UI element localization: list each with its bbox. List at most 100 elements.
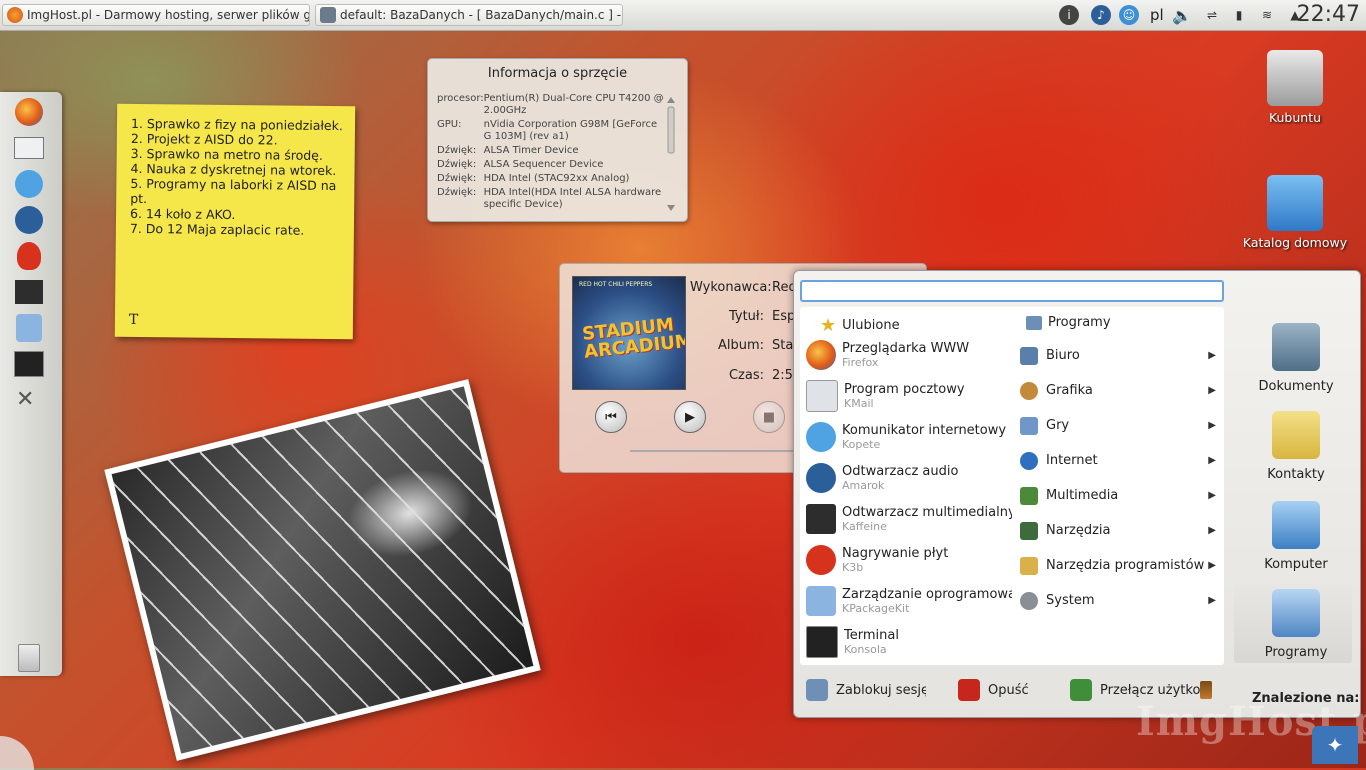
info-icon[interactable]: i [1059, 5, 1079, 25]
category-system[interactable]: System ▶ [1020, 583, 1220, 618]
chevron-right-icon: ▶ [1208, 595, 1216, 606]
todo-item: 7. Do 12 Maja zaplacic rate. [129, 220, 305, 238]
usb-icon[interactable]: ⇌ [1202, 5, 1222, 25]
games-icon [1020, 416, 1038, 435]
kdevelop-icon [320, 7, 336, 23]
seek-bar[interactable] [630, 450, 795, 452]
category-grafika[interactable]: Grafika ▶ [1020, 373, 1220, 408]
contacts-icon [1272, 411, 1320, 459]
row-value: ALSA Timer Device [483, 145, 579, 156]
hardware-table: procesor: Pentium(R) Dual-Core CPU T4200 … [437, 93, 665, 213]
favorite-item[interactable]: Zarządzanie oprogramowaniemKPackageKit [806, 581, 1012, 621]
firefox-icon [806, 340, 836, 370]
battery-icon[interactable]: ▮ [1229, 5, 1249, 25]
amarok-tray-icon[interactable]: ♪ [1091, 5, 1111, 25]
kmail-icon [806, 380, 838, 412]
stop-button[interactable]: ■ [753, 401, 785, 433]
programs-header-icon [1026, 315, 1042, 330]
utilities-icon [1020, 521, 1038, 540]
tab-komputer[interactable]: Komputer [1240, 501, 1352, 572]
tab-dokumenty[interactable]: Dokumenty [1240, 323, 1352, 394]
previous-button[interactable]: ⏮ [595, 401, 627, 433]
terminal-icon[interactable] [13, 348, 45, 380]
favorite-item[interactable]: Program pocztowy KMail [806, 376, 1012, 416]
favorite-subtitle: KMail [844, 397, 874, 410]
chevron-right-icon: ▶ [1208, 490, 1216, 501]
favorite-item[interactable]: Odtwarzacz multimedialny Kaffeine [806, 499, 1012, 539]
hourglass-icon [1200, 681, 1212, 699]
lock-session-button[interactable]: Zablokuj sesję [806, 679, 926, 701]
category-development[interactable]: Narzędzia programistów ▶ [1020, 548, 1220, 583]
category-internet[interactable]: Internet ▶ [1020, 443, 1220, 478]
favorite-title: Zarządzanie oprogramowaniem [842, 587, 1012, 602]
scrollbar[interactable] [666, 95, 676, 213]
desktop-toolbox-corner[interactable] [0, 736, 34, 770]
photo-frame[interactable] [104, 379, 541, 761]
tab-kontakty[interactable]: Kontakty [1240, 411, 1352, 482]
favorite-subtitle: Amarok [842, 479, 885, 492]
play-icon: ▶ [685, 409, 695, 425]
leave-button[interactable]: Opuść [958, 679, 1029, 701]
play-button[interactable]: ▶ [674, 401, 706, 433]
category-gry[interactable]: Gry ▶ [1020, 408, 1220, 443]
amarok-icon[interactable] [13, 204, 45, 236]
wifi-icon[interactable]: ≋ [1257, 5, 1277, 25]
kpackagekit-icon [806, 586, 836, 616]
sticky-note[interactable]: 1. Sprawko z fizy na poniedziałek. 2. Pr… [114, 103, 356, 340]
text-format-icon[interactable]: T [129, 312, 139, 328]
kickoff-launcher-icon[interactable]: ✦ [1312, 726, 1358, 764]
category-narzedzia[interactable]: Narzędzia ▶ [1020, 513, 1220, 548]
row-value: Pentium(R) Dual-Core CPU T4200 @ 2.00GHz [483, 93, 664, 116]
cover-band: RED HOT CHILI PEPPERS [579, 281, 653, 288]
tab-label: Kontakty [1267, 467, 1325, 482]
kopete-tray-icon[interactable]: ☺ [1119, 5, 1139, 25]
album-label: Album: [717, 338, 764, 353]
terminal-icon [806, 626, 838, 658]
desktop-icon-kubuntu[interactable]: Kubuntu [1240, 50, 1350, 125]
trash-icon[interactable] [13, 642, 45, 674]
favorite-item[interactable]: Przeglądarka WWW Firefox [806, 335, 1012, 375]
settings-tools-icon[interactable]: ✕ [13, 384, 45, 416]
chevron-right-icon: ▶ [1208, 525, 1216, 536]
category-biuro[interactable]: Biuro ▶ [1020, 338, 1220, 373]
chevron-right-icon: ▶ [1208, 350, 1216, 361]
applications-icon [1272, 589, 1320, 637]
clock[interactable]: 22:47 [1297, 2, 1360, 27]
computer-icon [1272, 501, 1320, 549]
hardware-info-widget: Informacja o sprzęcie procesor: Pentium(R… [427, 58, 688, 222]
category-label: Multimedia [1046, 488, 1119, 503]
favorite-item[interactable]: Nagrywanie płyt K3b [806, 540, 1012, 580]
row-key: Dźwięk: [437, 187, 477, 198]
k3b-icon[interactable] [13, 240, 45, 272]
star-icon: ★ [820, 315, 837, 336]
tab-programy[interactable]: Programy [1240, 589, 1352, 660]
button-label: Przełącz użytkownika [1100, 682, 1200, 698]
quicklaunch-panel: ✕ [0, 92, 62, 676]
search-input[interactable] [800, 280, 1224, 302]
keyboard-layout[interactable]: pl [1150, 6, 1164, 24]
kpackagekit-icon[interactable] [13, 312, 45, 344]
kmail-icon[interactable] [13, 132, 45, 164]
title-value: Esp [772, 309, 796, 324]
kopete-icon [806, 422, 836, 452]
favorite-item[interactable]: Komunikator internetowy Kopete [806, 417, 1012, 457]
desktop-icon-home[interactable]: Katalog domowy [1240, 175, 1350, 250]
category-multimedia[interactable]: Multimedia ▶ [1020, 478, 1220, 513]
programs-header[interactable]: Programy [1026, 315, 1111, 330]
favorites-header[interactable]: ★ Ulubione [820, 315, 900, 336]
button-label: Opuść [988, 682, 1029, 698]
kopete-icon[interactable] [13, 168, 45, 200]
category-label: Biuro [1046, 348, 1080, 363]
home-folder-icon [1267, 175, 1323, 231]
row-value: HDA Intel(HDA Intel ALSA hardware specif… [483, 187, 662, 210]
favorite-item[interactable]: Odtwarzacz audio Amarok [806, 458, 1012, 498]
favorite-item[interactable]: Terminal Konsola [806, 622, 1012, 662]
chevron-right-icon: ▶ [1208, 455, 1216, 466]
kaffeine-icon[interactable] [13, 276, 45, 308]
volume-icon[interactable]: 🔈 [1172, 5, 1192, 25]
row-key: GPU: [437, 119, 462, 130]
task-kdevelop[interactable]: default: BazaDanych - [ BazaDanych/main.… [315, 4, 623, 26]
power-icon [958, 679, 980, 701]
task-firefox[interactable]: ImgHost.pl - Darmowy hosting, serwer pli… [2, 4, 310, 26]
firefox-icon[interactable] [13, 96, 45, 128]
